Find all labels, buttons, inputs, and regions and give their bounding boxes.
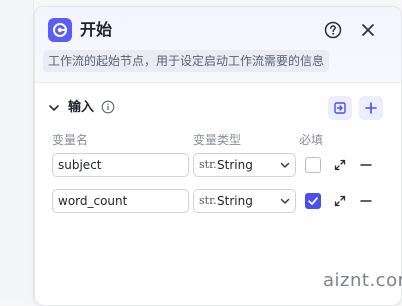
import-icon [334, 102, 346, 114]
variable-type-select[interactable]: str. String [193, 189, 296, 213]
expand-icon[interactable] [333, 194, 347, 208]
column-header-type: 变量类型 [193, 133, 242, 147]
input-variable-row: str. String [35, 153, 401, 179]
node-config-panel: 开始 工作流的起始节点，用于设定启动工作流需要的信息 输入 变量名 变量类型 必… [34, 6, 402, 306]
input-variable-row: str. String [35, 189, 401, 215]
chevron-down-icon[interactable] [47, 101, 61, 115]
node-description: 工作流的起始节点，用于设定启动工作流需要的信息 [43, 50, 330, 72]
inputs-section-header: 输入 [35, 91, 401, 125]
inputs-section-title: 输入 [68, 100, 95, 115]
import-button[interactable] [328, 96, 352, 120]
help-button[interactable] [322, 19, 344, 41]
add-input-button[interactable] [359, 96, 383, 120]
variable-type-label: String [217, 194, 253, 208]
info-circle-icon[interactable] [101, 100, 115, 114]
chevron-down-icon [280, 162, 290, 168]
chevron-down-icon [280, 198, 290, 204]
required-checkbox[interactable] [305, 193, 321, 209]
variable-name-input[interactable] [52, 189, 189, 213]
string-type-icon: str. [199, 194, 217, 207]
start-node-icon [48, 18, 72, 42]
question-circle-icon [324, 21, 342, 39]
string-type-icon: str. [199, 158, 217, 171]
close-icon [362, 24, 374, 36]
node-title: 开始 [80, 20, 113, 39]
checkmark-icon [308, 197, 318, 205]
panel-header: 开始 工作流的起始节点，用于设定启动工作流需要的信息 [35, 7, 401, 83]
column-header-required: 必填 [299, 133, 324, 147]
required-checkbox[interactable] [305, 157, 321, 173]
close-button[interactable] [357, 19, 379, 41]
expand-icon[interactable] [333, 158, 347, 172]
column-header-name: 变量名 [52, 133, 89, 147]
remove-icon[interactable] [359, 194, 373, 208]
left-strip [0, 0, 34, 301]
watermark: aiznt.com [323, 270, 402, 291]
plus-icon [365, 102, 377, 114]
variable-name-input[interactable] [52, 153, 189, 177]
variable-type-label: String [217, 158, 253, 172]
variable-type-select[interactable]: str. String [193, 153, 296, 177]
remove-icon[interactable] [359, 158, 373, 172]
